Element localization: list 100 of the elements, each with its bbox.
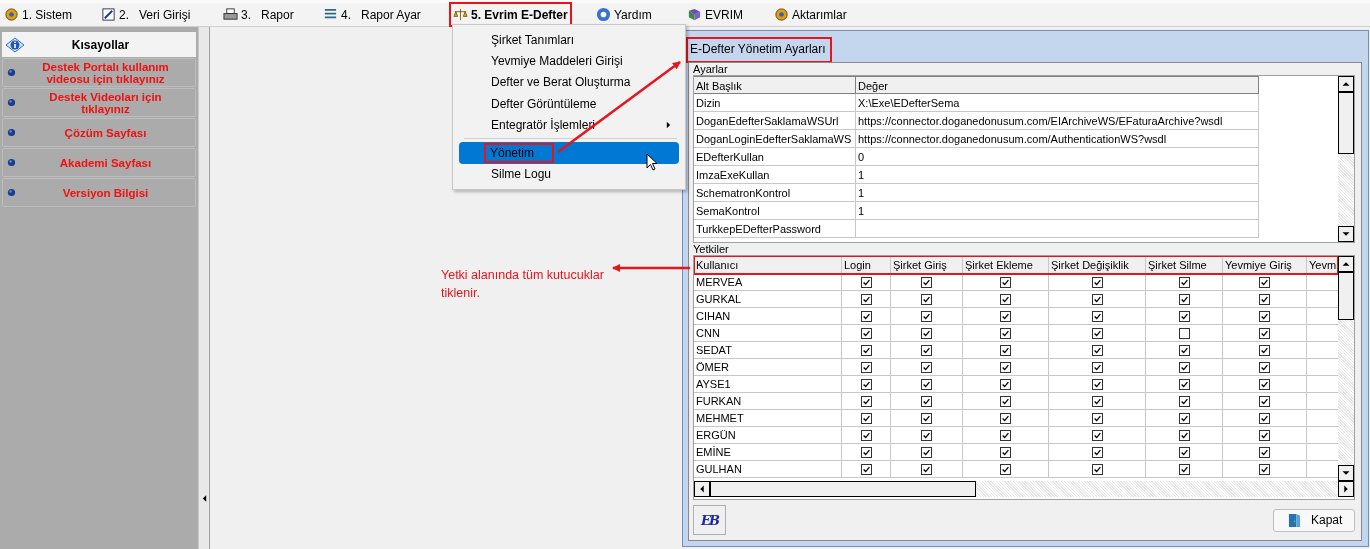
checkbox[interactable]	[860, 293, 872, 305]
scroll-left-icon[interactable]	[694, 481, 710, 497]
checkbox[interactable]	[1178, 327, 1190, 339]
checkbox[interactable]	[1000, 429, 1011, 441]
scroll-down-icon[interactable]	[1338, 465, 1354, 481]
menu-item[interactable]: EVRIM	[685, 4, 745, 25]
checkbox[interactable]	[1000, 276, 1011, 288]
checkbox[interactable]	[1178, 310, 1190, 322]
checkbox[interactable]	[921, 429, 932, 441]
checkbox[interactable]	[1259, 344, 1270, 356]
checkbox[interactable]	[921, 276, 932, 288]
checkbox[interactable]	[860, 429, 872, 441]
menu-item[interactable]: Şirket Tanımları	[459, 29, 679, 51]
checkbox[interactable]	[1259, 327, 1270, 339]
menu-item[interactable]: 4. Rapor Ayar	[321, 4, 423, 25]
checkbox[interactable]	[1259, 378, 1270, 390]
menu-item[interactable]: 5. Evrim E-Defter	[451, 4, 570, 25]
menu-item[interactable]: Yevmiye Maddeleri Girişi	[459, 50, 679, 72]
checkbox[interactable]	[860, 327, 872, 339]
checkbox[interactable]	[860, 412, 872, 424]
checkbox[interactable]	[921, 327, 932, 339]
checkbox[interactable]	[1000, 361, 1011, 373]
checkbox[interactable]	[860, 361, 872, 373]
checkbox[interactable]	[1091, 276, 1103, 288]
column-header[interactable]: Şirket Giriş	[891, 256, 963, 274]
checkbox[interactable]	[860, 463, 872, 475]
checkbox[interactable]	[1259, 395, 1270, 407]
checkbox[interactable]	[1000, 293, 1011, 305]
checkbox[interactable]	[1000, 412, 1011, 424]
checkbox[interactable]	[921, 293, 932, 305]
checkbox[interactable]	[921, 463, 932, 475]
menu-item[interactable]: Entegratör İşlemleri	[459, 114, 679, 136]
column-header[interactable]: Kullanıcı	[694, 256, 842, 274]
checkbox[interactable]	[1259, 446, 1270, 458]
checkbox[interactable]	[1000, 327, 1011, 339]
checkbox[interactable]	[1178, 378, 1190, 390]
checkbox[interactable]	[921, 412, 932, 424]
checkbox[interactable]	[860, 276, 872, 288]
menu-item[interactable]: 3. Rapor	[221, 4, 296, 25]
checkbox[interactable]	[1178, 293, 1190, 305]
checkbox[interactable]	[921, 361, 932, 373]
checkbox[interactable]	[1091, 327, 1103, 339]
close-button[interactable]: Kapat	[1273, 508, 1355, 532]
scroll-right-icon[interactable]	[1338, 481, 1354, 497]
checkbox[interactable]	[1000, 446, 1011, 458]
checkbox[interactable]	[921, 344, 932, 356]
checkbox[interactable]	[860, 310, 872, 322]
checkbox[interactable]	[1259, 276, 1270, 288]
menu-item[interactable]: Yönetim	[459, 142, 679, 164]
checkbox[interactable]	[921, 378, 932, 390]
column-header[interactable]: Şirket Silme	[1146, 256, 1223, 274]
menu-item[interactable]: 1. Sistem	[2, 4, 74, 25]
column-header[interactable]: Değer	[856, 76, 1259, 94]
checkbox[interactable]	[1091, 463, 1103, 475]
menu-item[interactable]: Defter Görüntüleme	[459, 92, 679, 115]
checkbox[interactable]	[1091, 412, 1103, 424]
checkbox[interactable]	[1000, 310, 1011, 322]
checkbox[interactable]	[1259, 293, 1270, 305]
checkbox[interactable]	[1178, 446, 1190, 458]
checkbox[interactable]	[1091, 429, 1103, 441]
checkbox[interactable]	[1259, 361, 1270, 373]
checkbox[interactable]	[1178, 429, 1190, 441]
scroll-up-icon[interactable]	[1338, 76, 1354, 92]
column-header[interactable]: Yevm	[1307, 256, 1338, 274]
column-header[interactable]: Login	[842, 256, 891, 274]
checkbox[interactable]	[1091, 344, 1103, 356]
checkbox[interactable]	[1000, 378, 1011, 390]
column-header[interactable]: Şirket Ekleme	[963, 256, 1049, 274]
checkbox[interactable]	[1259, 412, 1270, 424]
checkbox[interactable]	[1178, 344, 1190, 356]
scroll-thumb[interactable]	[710, 481, 976, 497]
checkbox[interactable]	[860, 344, 872, 356]
checkbox[interactable]	[860, 395, 872, 407]
checkbox[interactable]	[1000, 395, 1011, 407]
menu-item[interactable]: 2. Veri Girişi	[99, 4, 193, 25]
checkbox[interactable]	[1091, 310, 1103, 322]
logo-button[interactable]: EB	[693, 505, 726, 535]
checkbox[interactable]	[1091, 446, 1103, 458]
vertical-scrollbar[interactable]	[1338, 256, 1354, 481]
column-header[interactable]: Şirket Değişiklik	[1049, 256, 1146, 274]
column-header[interactable]: Alt Başlık	[694, 76, 856, 94]
checkbox[interactable]	[860, 446, 872, 458]
scroll-up-icon[interactable]	[1338, 256, 1354, 272]
checkbox[interactable]	[1091, 395, 1103, 407]
checkbox[interactable]	[1178, 361, 1190, 373]
checkbox[interactable]	[1000, 344, 1011, 356]
checkbox[interactable]	[1178, 463, 1190, 475]
checkbox[interactable]	[1178, 395, 1190, 407]
checkbox[interactable]	[1000, 463, 1011, 475]
checkbox[interactable]	[1091, 361, 1103, 373]
checkbox[interactable]	[1259, 310, 1270, 322]
checkbox[interactable]	[1178, 276, 1190, 288]
checkbox[interactable]	[921, 395, 932, 407]
checkbox[interactable]	[1259, 463, 1270, 475]
checkbox[interactable]	[1091, 293, 1103, 305]
checkbox[interactable]	[921, 446, 932, 458]
horizontal-scrollbar[interactable]	[694, 481, 1354, 497]
checkbox[interactable]	[1259, 429, 1270, 441]
scroll-down-icon[interactable]	[1338, 226, 1354, 242]
checkbox[interactable]	[921, 310, 932, 322]
